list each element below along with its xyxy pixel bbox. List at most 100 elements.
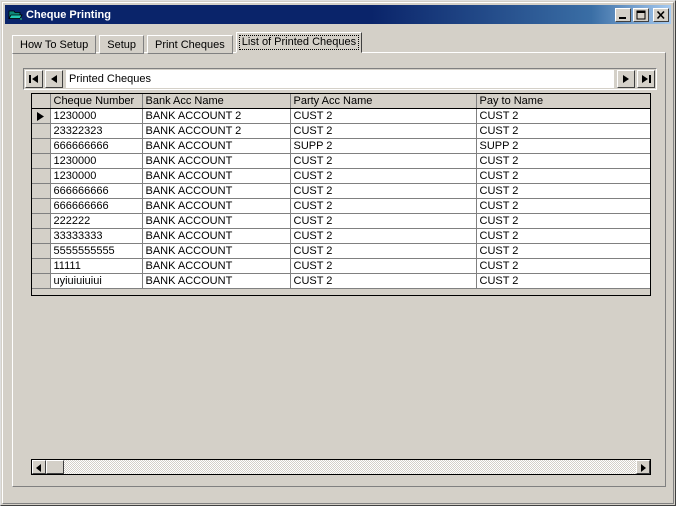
cell-bank-acc-name[interactable]: BANK ACCOUNT xyxy=(142,183,291,199)
cell-party-acc-name[interactable]: SUPP 2 xyxy=(290,138,477,154)
cell-pay-to-name[interactable]: CUST 2 xyxy=(476,153,650,169)
cell-pay-to-name[interactable]: CUST 2 xyxy=(476,108,650,124)
previous-record-button[interactable] xyxy=(45,70,63,88)
grid-horizontal-scrollbar[interactable] xyxy=(31,459,651,475)
cell-party-acc-name[interactable]: CUST 2 xyxy=(290,198,477,214)
cell-party-acc-name[interactable]: CUST 2 xyxy=(290,243,477,259)
cell-pay-to-name[interactable]: CUST 2 xyxy=(476,183,650,199)
row-selector[interactable] xyxy=(32,228,51,244)
table-row[interactable]: 5555555555 BANK ACCOUNT CUST 2 CUST 2 xyxy=(32,243,650,259)
first-record-button[interactable] xyxy=(25,70,43,88)
cell-bank-acc-name[interactable]: BANK ACCOUNT 2 xyxy=(142,123,291,139)
cell-cheque-number[interactable]: 5555555555 xyxy=(50,243,143,259)
cell-party-acc-name[interactable]: CUST 2 xyxy=(290,168,477,184)
cell-cheque-number[interactable]: 33333333 xyxy=(50,228,143,244)
navigator-label: Printed Cheques xyxy=(66,70,614,88)
cell-cheque-number[interactable]: 1230000 xyxy=(50,108,143,124)
table-row[interactable]: 33333333 BANK ACCOUNT CUST 2 CUST 2 xyxy=(32,228,650,244)
cell-bank-acc-name[interactable]: BANK ACCOUNT xyxy=(142,198,291,214)
table-row[interactable]: 666666666 BANK ACCOUNT SUPP 2 SUPP 2 xyxy=(32,138,650,154)
scrollbar-thumb[interactable] xyxy=(46,460,64,474)
scroll-right-button[interactable] xyxy=(636,460,650,474)
row-selector[interactable] xyxy=(32,138,51,154)
table-header-row: Cheque Number Bank Acc Name Party Acc Na… xyxy=(32,94,650,109)
cell-party-acc-name[interactable]: CUST 2 xyxy=(290,258,477,274)
row-selector[interactable] xyxy=(32,153,51,169)
cell-cheque-number[interactable]: 666666666 xyxy=(50,138,143,154)
column-header-bank-acc-name[interactable]: Bank Acc Name xyxy=(142,94,291,109)
cell-cheque-number[interactable]: uyiuiuiuiui xyxy=(50,273,143,289)
row-selector[interactable] xyxy=(32,273,51,289)
grid-corner-header[interactable] xyxy=(32,94,51,109)
cell-pay-to-name[interactable]: CUST 2 xyxy=(476,258,650,274)
cell-cheque-number[interactable]: 222222 xyxy=(50,213,143,229)
cell-pay-to-name[interactable]: CUST 2 xyxy=(476,168,650,184)
cell-pay-to-name[interactable]: CUST 2 xyxy=(476,243,650,259)
cell-bank-acc-name[interactable]: BANK ACCOUNT xyxy=(142,228,291,244)
scroll-left-button[interactable] xyxy=(32,460,46,474)
cell-pay-to-name[interactable]: CUST 2 xyxy=(476,123,650,139)
cell-party-acc-name[interactable]: CUST 2 xyxy=(290,213,477,229)
row-selector-current[interactable] xyxy=(32,108,51,124)
cell-cheque-number[interactable]: 23322323 xyxy=(50,123,143,139)
cell-cheque-number[interactable]: 11111 xyxy=(50,258,143,274)
cell-bank-acc-name[interactable]: BANK ACCOUNT xyxy=(142,258,291,274)
tab-how-to-setup[interactable]: How To Setup xyxy=(12,35,97,54)
cell-bank-acc-name[interactable]: BANK ACCOUNT xyxy=(142,213,291,229)
cell-pay-to-name[interactable]: CUST 2 xyxy=(476,198,650,214)
table-row[interactable]: 11111 BANK ACCOUNT CUST 2 CUST 2 xyxy=(32,258,650,274)
scrollbar-track[interactable] xyxy=(46,460,636,474)
table-row[interactable]: 23322323 BANK ACCOUNT 2 CUST 2 CUST 2 xyxy=(32,123,650,139)
tab-label: Setup xyxy=(107,39,137,51)
cell-party-acc-name[interactable]: CUST 2 xyxy=(290,183,477,199)
cell-party-acc-name[interactable]: CUST 2 xyxy=(290,123,477,139)
cell-bank-acc-name[interactable]: BANK ACCOUNT xyxy=(142,243,291,259)
next-record-button[interactable] xyxy=(617,70,635,88)
row-selector[interactable] xyxy=(32,183,51,199)
cell-cheque-number[interactable]: 666666666 xyxy=(50,183,143,199)
table-row[interactable]: 666666666 BANK ACCOUNT CUST 2 CUST 2 xyxy=(32,198,650,214)
tab-list-of-printed-cheques[interactable]: List of Printed Cheques xyxy=(235,32,363,53)
column-header-party-acc-name[interactable]: Party Acc Name xyxy=(290,94,477,109)
tab-label: How To Setup xyxy=(20,39,89,51)
table-row[interactable]: 1230000 BANK ACCOUNT CUST 2 CUST 2 xyxy=(32,153,650,169)
tab-label: List of Printed Cheques xyxy=(241,36,357,48)
row-selector[interactable] xyxy=(32,198,51,214)
cell-pay-to-name[interactable]: CUST 2 xyxy=(476,228,650,244)
cell-party-acc-name[interactable]: CUST 2 xyxy=(290,273,477,289)
cell-cheque-number[interactable]: 1230000 xyxy=(50,168,143,184)
row-selector[interactable] xyxy=(32,258,51,274)
maximize-button[interactable] xyxy=(633,7,649,22)
printed-cheques-grid[interactable]: Cheque Number Bank Acc Name Party Acc Na… xyxy=(31,93,651,296)
table-row[interactable]: 1230000 BANK ACCOUNT 2 CUST 2 CUST 2 xyxy=(32,108,650,124)
minimize-button[interactable] xyxy=(615,7,631,22)
row-selector[interactable] xyxy=(32,213,51,229)
cell-party-acc-name[interactable]: CUST 2 xyxy=(290,108,477,124)
cell-party-acc-name[interactable]: CUST 2 xyxy=(290,228,477,244)
table-row[interactable]: 222222 BANK ACCOUNT CUST 2 CUST 2 xyxy=(32,213,650,229)
close-button[interactable] xyxy=(653,7,669,22)
cell-cheque-number[interactable]: 1230000 xyxy=(50,153,143,169)
column-header-pay-to-name[interactable]: Pay to Name xyxy=(476,94,650,109)
cell-party-acc-name[interactable]: CUST 2 xyxy=(290,153,477,169)
tab-setup[interactable]: Setup xyxy=(99,35,145,54)
cell-bank-acc-name[interactable]: BANK ACCOUNT xyxy=(142,138,291,154)
tab-print-cheques[interactable]: Print Cheques xyxy=(147,35,233,54)
cell-bank-acc-name[interactable]: BANK ACCOUNT xyxy=(142,273,291,289)
cell-pay-to-name[interactable]: CUST 2 xyxy=(476,273,650,289)
row-selector[interactable] xyxy=(32,243,51,259)
cell-bank-acc-name[interactable]: BANK ACCOUNT xyxy=(142,153,291,169)
title-bar[interactable]: Cheque Printing xyxy=(5,5,671,24)
cell-cheque-number[interactable]: 666666666 xyxy=(50,198,143,214)
row-selector[interactable] xyxy=(32,168,51,184)
cell-pay-to-name[interactable]: SUPP 2 xyxy=(476,138,650,154)
cell-pay-to-name[interactable]: CUST 2 xyxy=(476,213,650,229)
last-record-button[interactable] xyxy=(637,70,655,88)
cell-bank-acc-name[interactable]: BANK ACCOUNT 2 xyxy=(142,108,291,124)
table-row[interactable]: 666666666 BANK ACCOUNT CUST 2 CUST 2 xyxy=(32,183,650,199)
column-header-cheque-number[interactable]: Cheque Number xyxy=(50,94,143,109)
row-selector[interactable] xyxy=(32,123,51,139)
table-row[interactable]: uyiuiuiuiui BANK ACCOUNT CUST 2 CUST 2 xyxy=(32,273,650,289)
table-row[interactable]: 1230000 BANK ACCOUNT CUST 2 CUST 2 xyxy=(32,168,650,184)
cell-bank-acc-name[interactable]: BANK ACCOUNT xyxy=(142,168,291,184)
